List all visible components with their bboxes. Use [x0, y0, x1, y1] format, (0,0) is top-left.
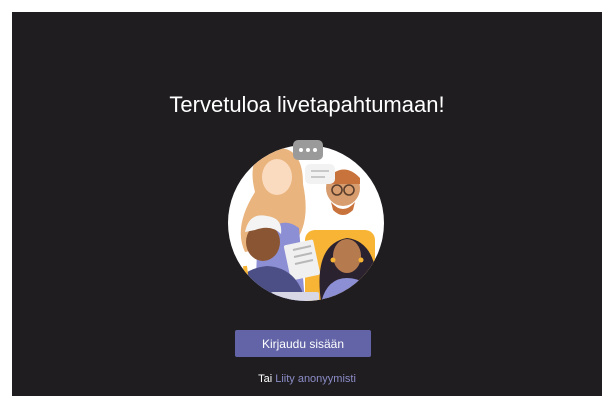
chat-bubble-icon: [305, 164, 335, 184]
sign-in-button[interactable]: Kirjaudu sisään: [235, 330, 371, 357]
people-group-illustration: [228, 140, 384, 301]
live-event-join-screen: Tervetuloa livetapahtumaan! Kirjaudu sis…: [12, 12, 602, 396]
join-anonymously-link[interactable]: Liity anonyymisti: [275, 373, 356, 385]
anonymous-join-line: Tai Liity anonyymisti: [12, 373, 602, 385]
welcome-title: Tervetuloa livetapahtumaan!: [169, 92, 445, 117]
or-prefix: Tai: [258, 373, 273, 385]
